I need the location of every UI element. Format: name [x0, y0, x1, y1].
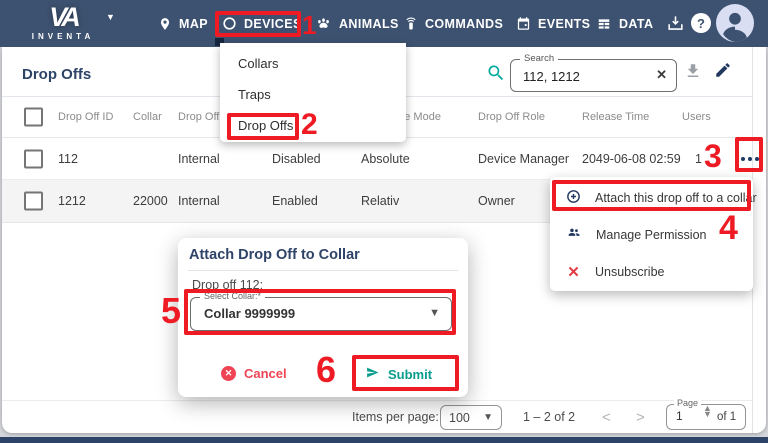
nav-item-animals[interactable]: ANIMALS [315, 0, 399, 47]
column-header-drop-off-id: Drop Off ID [58, 111, 113, 123]
items-per-page-select[interactable]: 100 ▼ [440, 405, 502, 430]
cell-drop-off-type: Internal [178, 152, 220, 166]
nav-item-label: EVENTS [538, 17, 590, 31]
page-number-input[interactable] [674, 408, 694, 424]
menu-item-traps[interactable]: Traps [220, 79, 406, 110]
menu-item-unsubscribe[interactable]: ✕ Unsubscribe [550, 253, 753, 290]
chevron-down-icon: ▼ [483, 412, 493, 423]
top-nav: VA INVENTA ▼ MAP DEVICES ANIMALS COMMAND… [0, 0, 768, 47]
export-icon[interactable] [666, 14, 685, 38]
calendar-icon [516, 16, 531, 31]
cancel-button[interactable]: ✕ Cancel [221, 366, 287, 381]
next-page-button[interactable]: > [636, 401, 645, 433]
page-total-label: of 1 [717, 411, 736, 423]
pagination-range: 1 – 2 of 2 [523, 401, 575, 433]
app-window: VA INVENTA ▼ MAP DEVICES ANIMALS COMMAND… [0, 0, 768, 443]
nav-item-data[interactable]: DATA [596, 0, 653, 47]
modal-title: Attach Drop Off to Collar [189, 247, 360, 263]
row-checkbox[interactable] [24, 149, 43, 168]
edit-pencil-icon[interactable] [714, 61, 732, 84]
page-title: Drop Offs [22, 66, 91, 83]
page-field-label: Page [674, 398, 701, 408]
column-header-collar: Collar [133, 111, 162, 123]
nav-item-map[interactable]: MAP [158, 0, 208, 47]
menu-item-collars[interactable]: Collars [220, 48, 406, 79]
map-pin-icon [158, 16, 172, 32]
clear-search-icon[interactable]: ✕ [656, 67, 667, 83]
brand-monogram: VA [18, 3, 108, 31]
cell-drop-off-role: Owner [478, 194, 515, 208]
search-field: Search ✕ [510, 59, 677, 92]
people-icon [565, 226, 583, 243]
page-number-field: Page ▲▼ of 1 [666, 404, 746, 430]
attach-drop-off-modal: Attach Drop Off to Collar Drop off 112: … [178, 238, 468, 397]
window-bottom-edge [0, 437, 768, 443]
drop-off-label: Drop off 112: [192, 278, 263, 292]
cell-status: Enabled [272, 194, 318, 208]
page-stepper[interactable]: ▲▼ [703, 406, 712, 417]
table-icon [596, 17, 612, 31]
avatar[interactable] [716, 4, 754, 47]
search-icon[interactable] [486, 63, 506, 88]
column-header-users: Users [682, 111, 711, 123]
row-checkbox[interactable] [24, 192, 43, 211]
brand-name: INVENTA [18, 32, 108, 41]
column-header-release-time: Release Time [582, 111, 649, 123]
modal-divider [188, 270, 458, 271]
cell-users: 1 [695, 152, 702, 166]
cancel-x-icon: ✕ [221, 366, 236, 381]
send-icon [365, 366, 380, 382]
row-context-menu: Attach this drop off to a collar Manage … [550, 177, 753, 291]
column-header-drop-off-role: Drop Off Role [478, 111, 545, 123]
download-icon[interactable] [684, 62, 702, 85]
cell-release-time: 2049-06-08 02:59 [582, 152, 681, 166]
select-collar-dropdown[interactable]: Select Collar:* Collar 9999999 ▼ [190, 297, 452, 331]
nav-item-label: ANIMALS [339, 17, 399, 31]
devices-dropdown-menu: Collars Traps Drop Offs [220, 43, 406, 142]
nav-item-label: DEVICES [244, 17, 302, 31]
brand-caret-down-icon[interactable]: ▼ [106, 12, 115, 22]
cell-drop-off-type: Internal [178, 194, 220, 208]
cell-collar: 22000 [133, 194, 168, 208]
items-per-page-label: Items per page: [352, 401, 439, 433]
brand-logo[interactable]: VA INVENTA [18, 3, 108, 41]
table-row: 112 Internal Disabled Absolute Device Ma… [2, 138, 752, 180]
attach-to-collar-icon [565, 188, 582, 208]
nav-item-events[interactable]: EVENTS [516, 0, 590, 47]
previous-page-button[interactable]: < [602, 401, 611, 433]
submit-button[interactable]: Submit [365, 366, 432, 382]
cell-release-mode: Absolute [361, 152, 410, 166]
paw-icon [315, 16, 332, 31]
nav-item-label: DATA [619, 17, 653, 31]
select-collar-value: Collar 9999999 [204, 306, 295, 321]
remote-icon [404, 15, 418, 33]
cell-drop-off-id: 112 [58, 152, 78, 166]
menu-item-manage-permission[interactable]: Manage Permission [550, 216, 753, 253]
select-collar-label: Select Collar:* [200, 291, 265, 301]
x-icon: ✕ [565, 263, 582, 281]
select-all-checkbox[interactable] [24, 108, 43, 127]
nav-item-label: COMMANDS [425, 17, 503, 31]
cell-drop-off-id: 1212 [58, 194, 86, 208]
collar-ring-icon [222, 16, 237, 31]
nav-item-devices[interactable]: DEVICES [222, 0, 302, 47]
chevron-down-icon: ▼ [429, 307, 440, 319]
search-input[interactable] [521, 63, 645, 89]
cell-drop-off-role: Device Manager [478, 152, 569, 166]
cell-status: Disabled [272, 152, 321, 166]
help-icon[interactable]: ? [691, 13, 711, 33]
cell-release-mode: Relativ [361, 194, 399, 208]
menu-item-drop-offs[interactable]: Drop Offs [220, 110, 406, 141]
more-options-icon[interactable] [741, 157, 759, 161]
menu-item-attach-drop-off[interactable]: Attach this drop off to a collar [550, 179, 753, 216]
nav-item-commands[interactable]: COMMANDS [404, 0, 503, 47]
nav-item-label: MAP [179, 17, 208, 31]
